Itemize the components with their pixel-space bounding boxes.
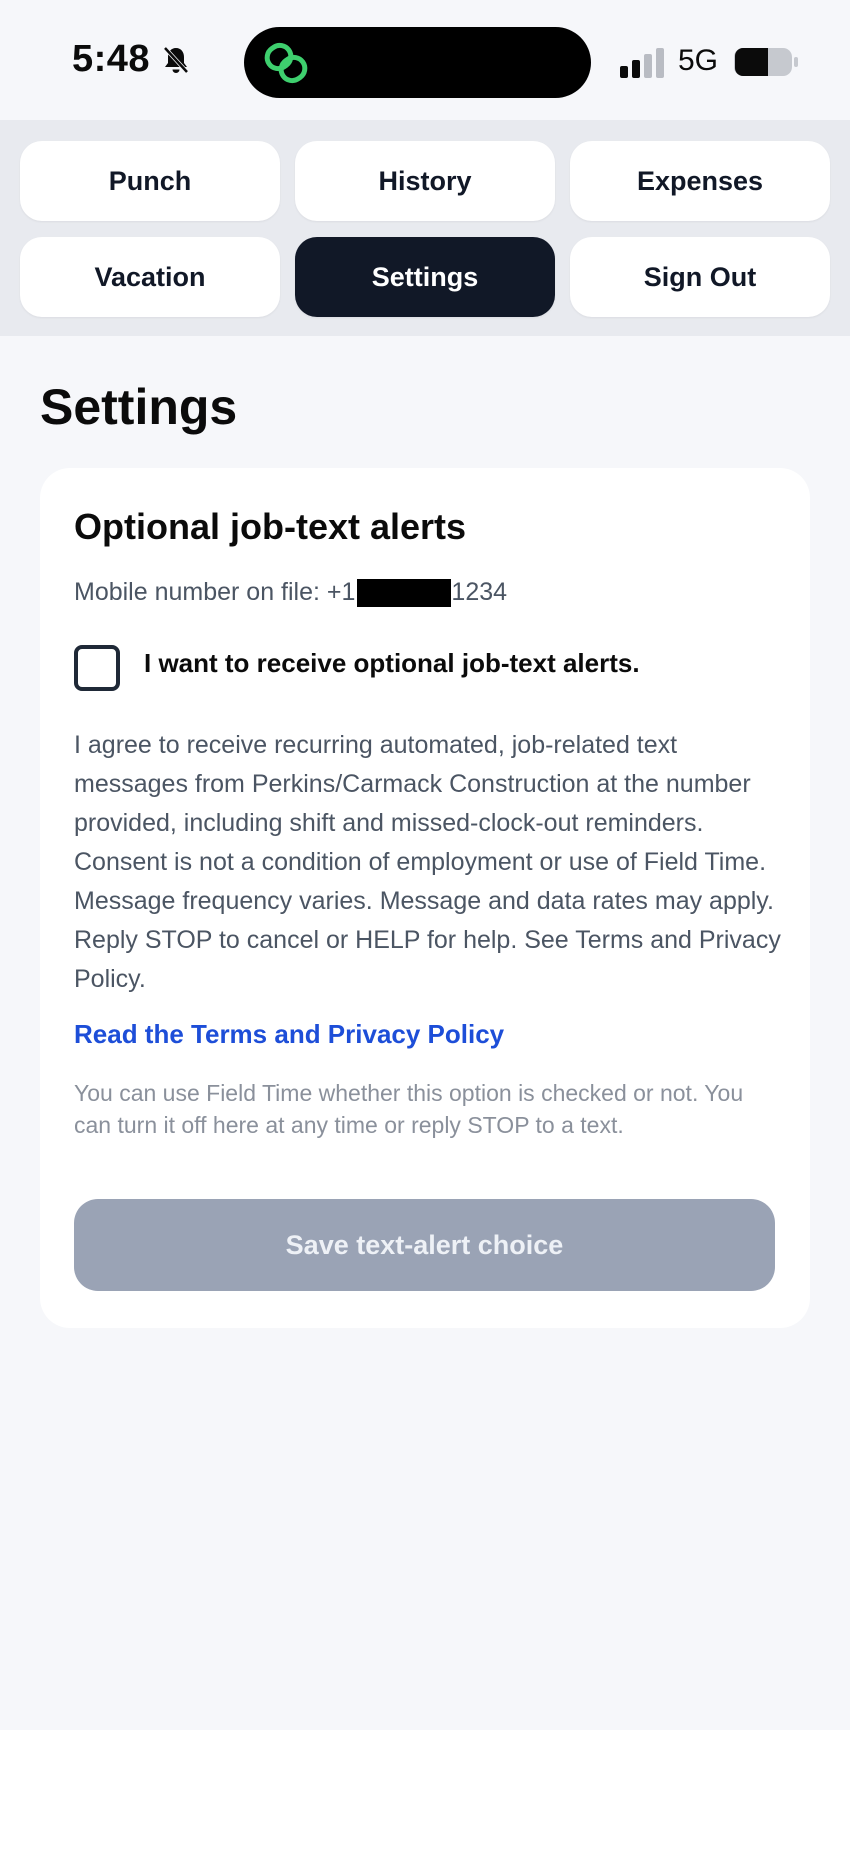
- nav-sign-out-button[interactable]: Sign Out: [570, 237, 830, 317]
- status-time: 5:48: [72, 38, 151, 80]
- text-alerts-card: Optional job-text alerts Mobile number o…: [40, 468, 810, 1328]
- redacted-block: [357, 578, 452, 607]
- network-type: 5G: [678, 44, 719, 77]
- page-title: Settings: [40, 379, 238, 435]
- nav-vacation-button[interactable]: Vacation: [20, 237, 280, 317]
- card-title: Optional job-text alerts: [74, 506, 467, 547]
- help-note: You can use Field Time whether this opti…: [74, 1080, 744, 1138]
- mobile-number-line: Mobile number on file: +1 1234: [74, 578, 507, 607]
- dynamic-island: [244, 27, 591, 98]
- status-bar: 5:48 5G: [0, 0, 850, 120]
- bell-off-icon: [163, 46, 189, 74]
- settings-screen: 5:48 5G Punch History Expenses Vacation …: [0, 0, 850, 1850]
- link-icon: [264, 42, 308, 84]
- battery-icon: [734, 48, 798, 76]
- opt-in-checkbox-label[interactable]: I want to receive optional job-text aler…: [144, 648, 640, 679]
- mobile-number-suffix: 1234: [451, 578, 508, 606]
- opt-in-checkbox[interactable]: [74, 645, 120, 691]
- nav-punch-button[interactable]: Punch: [20, 141, 280, 221]
- nav-settings-button[interactable]: Settings: [295, 237, 555, 317]
- bottom-safe-area: [0, 1730, 850, 1850]
- nav-history-button[interactable]: History: [295, 141, 555, 221]
- terms-privacy-link[interactable]: Read the Terms and Privacy Policy: [74, 1019, 504, 1050]
- signal-icon: [620, 48, 664, 78]
- nav-menu: Punch History Expenses Vacation Settings…: [0, 120, 850, 336]
- nav-expenses-button[interactable]: Expenses: [570, 141, 830, 221]
- save-text-alert-button[interactable]: Save text-alert choice: [74, 1199, 775, 1291]
- mobile-number-prefix: Mobile number on file: +1: [74, 578, 356, 606]
- consent-text: I agree to receive recurring automated, …: [74, 731, 781, 993]
